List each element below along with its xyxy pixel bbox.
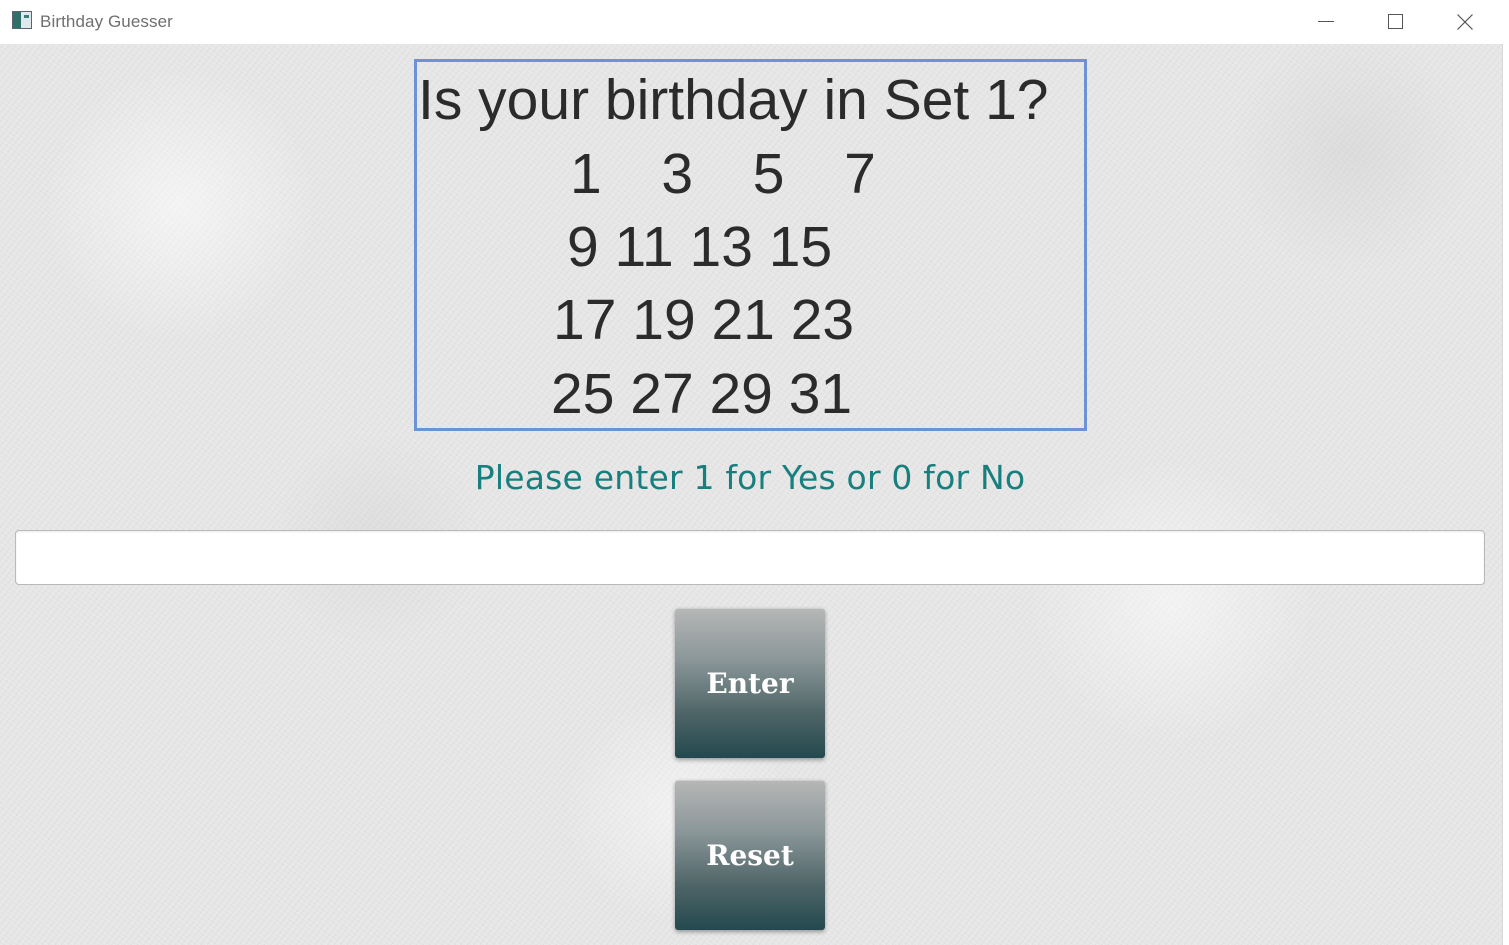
instruction-label: Please enter 1 for Yes or 0 for No bbox=[474, 458, 1026, 497]
app-window: Birthday Guesser Is your birthday in Set… bbox=[0, 0, 1509, 945]
maximize-button[interactable] bbox=[1360, 0, 1430, 44]
reset-button[interactable]: Reset bbox=[675, 780, 825, 930]
question-title: Is your birthday in Set 1? bbox=[418, 68, 1049, 132]
close-icon bbox=[1457, 14, 1473, 30]
number-row-1: 1 3 5 7 bbox=[570, 142, 876, 206]
enter-button[interactable]: Enter bbox=[675, 608, 825, 758]
minimize-button[interactable] bbox=[1291, 0, 1361, 44]
title-bar[interactable]: Birthday Guesser bbox=[0, 0, 1509, 44]
number-row-4: 25 27 29 31 bbox=[551, 362, 853, 426]
number-row-2: 9 11 13 15 bbox=[567, 215, 833, 279]
app-window-icon bbox=[12, 11, 32, 29]
window-edge bbox=[1502, 44, 1509, 945]
answer-input[interactable] bbox=[15, 530, 1485, 585]
close-button[interactable] bbox=[1430, 0, 1500, 44]
window-title: Birthday Guesser bbox=[40, 12, 173, 31]
number-row-3: 17 19 21 23 bbox=[553, 288, 855, 352]
